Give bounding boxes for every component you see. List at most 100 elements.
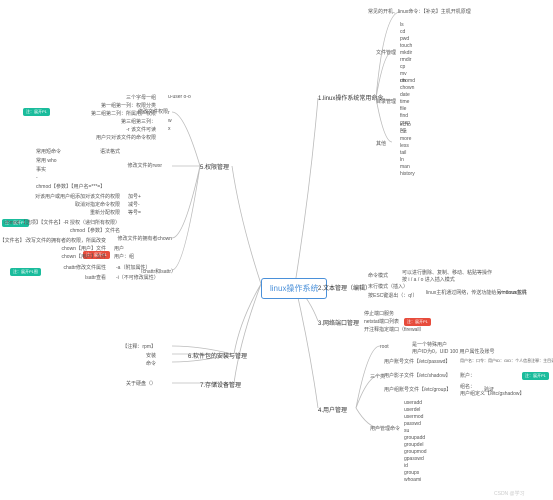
b4-c1: 用户账号文件【/etc/passwd】 xyxy=(384,358,450,365)
leaf-b4cmds-1: userdel xyxy=(404,407,427,413)
row-r-at-0: -a（附加属性） xyxy=(116,264,150,271)
row-r-fpi-4: x xyxy=(168,126,171,132)
leaf-b1n1c-4: mkdir xyxy=(400,50,412,56)
watermark: CSDN @学习 xyxy=(494,490,525,497)
leaf-b1n3c-3: less xyxy=(400,143,415,149)
b4-c2: 用户影子文件【/etc/shadow】 xyxy=(384,372,451,379)
b4-c3r3: 验证 xyxy=(484,386,494,393)
leaf-b1n3c-6: man xyxy=(400,164,415,170)
branch-7[interactable]: 7.存储设备管理 xyxy=(200,380,241,389)
leaf-b1n1c-0: ls xyxy=(400,22,412,28)
leaf-b4cmds-0: useradd xyxy=(404,400,427,406)
row-r-ci-2: 减号- xyxy=(128,201,140,208)
branch-4[interactable]: 4.用户管理 xyxy=(318,405,347,414)
row-co-1: chown【用户】文件 xyxy=(62,245,106,252)
tag-4: 注：展开P1图 xyxy=(10,268,41,276)
leaf-b4cmds-11: whoami xyxy=(404,477,427,483)
b6-n1: 【注释：rpm】 xyxy=(122,343,156,350)
b2-cmd-mode: 命令模式 xyxy=(368,272,388,279)
row-co-2: chown【用户】文件 xyxy=(62,253,106,260)
row-r-ci-3: 等号= xyxy=(128,209,141,216)
leaf-b1n3c-1: cat xyxy=(400,129,415,135)
leaf-b1n1c-5: rmdir xyxy=(400,57,412,63)
mindmap-canvas: linux操作系统 1.linux操作系统常用命令 常见的开机、linux命令：… xyxy=(0,0,553,500)
b7-n1: 关于硬盘（） xyxy=(126,380,156,387)
b6-n3: 命令 xyxy=(146,360,156,367)
row-r-ci-1: 加号+ xyxy=(128,193,141,200)
row-r-fpi-0: u-user o-o xyxy=(168,94,191,100)
leaf-tln-1: 常用 who xyxy=(36,157,105,164)
leaf-b1n3c-0: echo xyxy=(400,122,415,128)
row-ci-3: 重新分配权限 xyxy=(90,209,120,216)
b5-chmod: 修改文件的rwxr xyxy=(128,162,162,169)
branch-3[interactable]: 3.网络端口管理 xyxy=(318,318,359,327)
leaf-b1n2c-5: find xyxy=(400,113,415,119)
leaf-b1n3c-5: ln xyxy=(400,157,415,163)
leaf-b4cmds-9: id xyxy=(404,463,427,469)
row-ce-0: chmod 【选项】【文件名】-R 授权（递归所有权限） xyxy=(4,219,120,226)
tag-7: 注：展开P1 xyxy=(522,372,549,380)
leaf-b4cmds-10: groups xyxy=(404,470,427,476)
b5-chown: 修改文件的拥有者chown xyxy=(118,235,172,242)
leaf-b1n3c-2: more xyxy=(400,136,415,142)
leaf-b1n2c-4: file xyxy=(400,106,415,112)
b4-mgmt: 用户管理命令 xyxy=(370,425,400,432)
leaf-b1n2c-1: chown xyxy=(400,85,415,91)
row-r-fpi-2: r xyxy=(168,110,170,116)
leaf-b1n1c-7: mv xyxy=(400,71,412,77)
b2-last-mode: 末行模式（插入） xyxy=(368,283,408,290)
b4-c3: 用户组账号文件【/etc/group】 xyxy=(384,386,451,393)
leaf-tln-3: - xyxy=(36,175,105,181)
leaf-b4cmds-6: groupdel xyxy=(404,442,427,448)
branch-1[interactable]: 1.linux操作系统常用命令 xyxy=(318,93,383,102)
leaf-tln-0: 常用短命令 xyxy=(36,148,105,155)
leaf-b4cmds-5: groupadd xyxy=(404,435,427,441)
row-fpi-2: 第二组第二列：所属用户权限 xyxy=(91,110,156,117)
b4-c2r: 账户： xyxy=(460,372,475,379)
b6-n2: 安装 xyxy=(146,352,156,359)
row-ci-1: 对该用户或用户组添加对该文件的权限 xyxy=(35,193,120,200)
b3-netstat: netstat端口列表 xyxy=(364,318,399,325)
leaf-b1n2c-0: chomd xyxy=(400,78,415,84)
branch-5[interactable]: 5.权限管理 xyxy=(200,162,229,171)
b4-top: 是一个特殊用户 xyxy=(412,341,447,348)
tag-1: 注：展开P1 xyxy=(23,108,50,116)
tag-5: 注：展开P1 xyxy=(404,318,431,326)
b1-file-mgmt[interactable]: 文件管理 xyxy=(376,49,396,56)
row-ce-1: chmod【参数】文件名 xyxy=(70,227,120,234)
leaf-b1n3c-4: tail xyxy=(400,150,415,156)
leaf-tln-2: 事实 xyxy=(36,166,105,173)
row-ci-2: 取消对指定命令权限 xyxy=(75,201,120,208)
leaf-b1n2c-2: date xyxy=(400,92,415,98)
b1-other[interactable]: 其他 xyxy=(376,140,386,147)
b4-root: root xyxy=(380,344,389,350)
row-at-0: chattr修改文件属性 xyxy=(63,264,106,271)
row-at-1: lsattr查看 xyxy=(85,274,106,281)
b2-r2: windows软件 xyxy=(498,289,527,296)
branch-2[interactable]: 2.文本管理（编辑） xyxy=(318,283,371,292)
leaf-b1n1c-6: cp xyxy=(400,64,412,70)
b3-stop: 停止端口服务 xyxy=(364,310,394,317)
b2-note2: 按 i / a / o 进入插入模式 xyxy=(402,276,455,283)
b4-cls: 三个类 xyxy=(370,373,385,380)
leaf-b4cmds-7: groupmod xyxy=(404,449,427,455)
leaf-b1n3c-7: history xyxy=(400,171,415,177)
b3-firewall: 开注释指定端口（firewall） xyxy=(364,326,425,333)
b1-dir-mgmt[interactable]: 目录管理 xyxy=(376,98,396,105)
b1-top-note: 常见的开机、linux命令：【补充】主机开机原理 xyxy=(368,8,471,15)
leaf-tln-4: chmod【参数】【用户名=***=】 xyxy=(36,183,105,190)
row-fpi-1: 第一组第一列：权限分类 xyxy=(101,102,156,109)
b2-note1: 可以进行删除、复制、移动、粘贴等操作 xyxy=(402,269,492,276)
b2-esc: 按ESC键退出（：q!） xyxy=(368,292,417,299)
row-r-co-1: 用户 xyxy=(114,245,124,252)
branch-6[interactable]: 6.软件包的安装与管理 xyxy=(188,351,247,360)
row-r-at-1: -i（不可修改属性） xyxy=(116,274,159,281)
row-r-fpi-3: w xyxy=(168,118,172,124)
row-co-0: chown【文件名】:改写文件的拥有者的权限，所属改变 xyxy=(0,237,106,244)
row-r-co-2: 用户：组 xyxy=(114,253,134,260)
leaf-b4cmds-4: su xyxy=(404,428,427,434)
b4-c3r: 组名： xyxy=(460,383,475,390)
leaf-b4cmds-2: usermod xyxy=(404,414,427,420)
leaf-b1n1c-3: touch xyxy=(400,43,412,49)
leaf-b1n2c-3: time xyxy=(400,99,415,105)
